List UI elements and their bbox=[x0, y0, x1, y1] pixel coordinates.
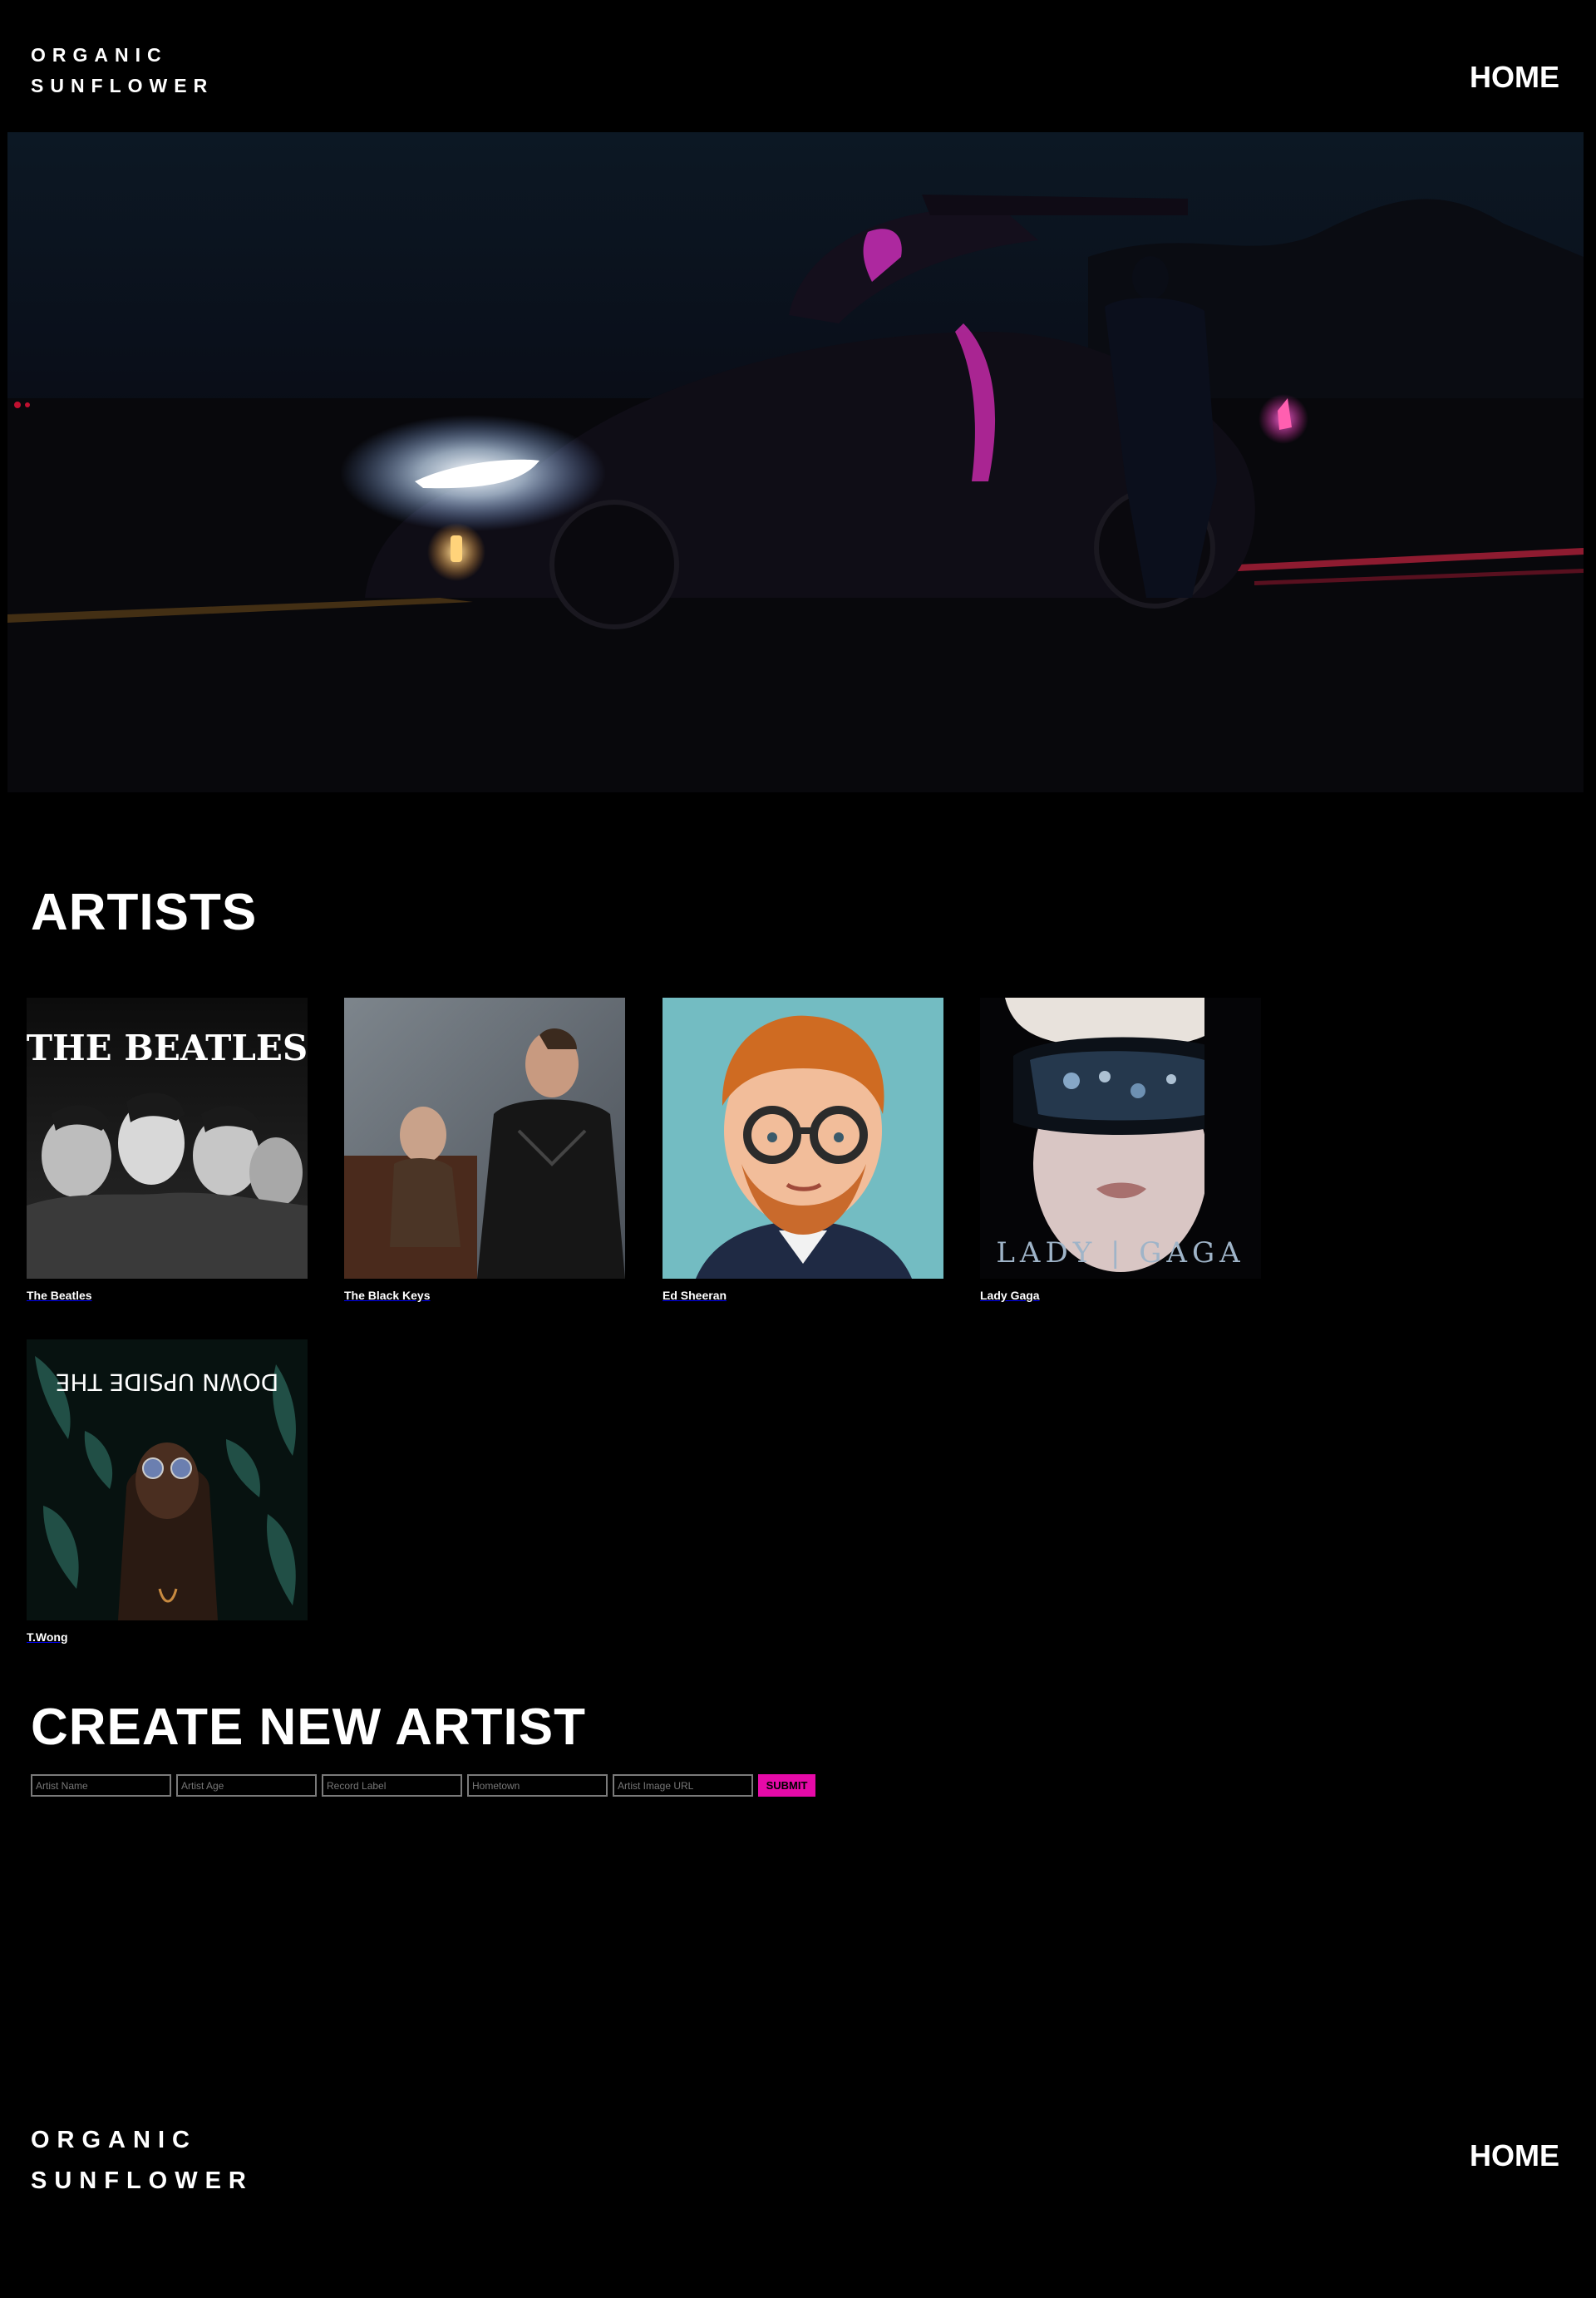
artist-image-t-wong[interactable]: DOWN UPSIDE THE bbox=[27, 1339, 308, 1620]
artist-image-the-black-keys[interactable] bbox=[344, 998, 625, 1279]
artist-image-url-input[interactable] bbox=[613, 1774, 753, 1797]
artist-image-the-beatles[interactable]: THE BEATLES bbox=[27, 998, 308, 1279]
artist-card-the-beatles[interactable]: THE BEATLES The Beatles bbox=[27, 998, 308, 1302]
page: ORGANIC SUNFLOWER HOME ARTISTS THE BEATL… bbox=[0, 0, 1596, 2298]
artist-name: The Black Keys bbox=[344, 1289, 431, 1302]
logo-line-2: SUNFLOWER bbox=[31, 75, 214, 96]
artist-name: The Beatles bbox=[27, 1289, 92, 1302]
artist-card-ed-sheeran[interactable]: Ed Sheeran bbox=[663, 998, 943, 1302]
artist-card-lady-gaga[interactable]: LADY | GAGA Lady Gaga bbox=[980, 998, 1261, 1302]
submit-button[interactable]: SUBMIT bbox=[758, 1774, 815, 1797]
black-keys-photo bbox=[344, 998, 625, 1279]
artist-image-lady-gaga[interactable]: LADY | GAGA bbox=[980, 998, 1261, 1279]
artist-name: Ed Sheeran bbox=[663, 1289, 727, 1302]
create-artist-heading: CREATE NEW ARTIST bbox=[31, 1699, 586, 1756]
create-artist-form: SUBMIT bbox=[31, 1774, 815, 1797]
t-wong-cover: DOWN UPSIDE THE bbox=[27, 1339, 308, 1620]
nav-home-link[interactable]: HOME bbox=[1470, 60, 1559, 95]
beatles-logo-text: THE BEATLES bbox=[27, 1028, 308, 1068]
site-header: ORGANIC SUNFLOWER HOME bbox=[0, 0, 1596, 133]
artists-heading: ARTISTS bbox=[31, 884, 258, 941]
ed-sheeran-photo bbox=[663, 998, 943, 1279]
t-wong-cover-text: DOWN UPSIDE THE bbox=[56, 1368, 279, 1396]
beatles-cover: THE BEATLES bbox=[27, 998, 308, 1279]
lady-gaga-cover: LADY | GAGA bbox=[980, 998, 1261, 1279]
site-logo[interactable]: ORGANIC SUNFLOWER bbox=[31, 40, 214, 101]
footer-home-link[interactable]: HOME bbox=[1470, 2138, 1559, 2173]
hero-image bbox=[7, 132, 1584, 792]
artist-age-input[interactable] bbox=[176, 1774, 317, 1797]
footer-logo-line-2: SUNFLOWER bbox=[31, 2167, 254, 2194]
artist-card-t-wong[interactable]: DOWN UPSIDE THE T.Wong bbox=[27, 1339, 308, 1644]
logo-line-1: ORGANIC bbox=[31, 44, 168, 66]
hero-night-car-scene bbox=[7, 195, 1584, 792]
artist-image-ed-sheeran[interactable] bbox=[663, 998, 943, 1279]
artist-name: Lady Gaga bbox=[980, 1289, 1040, 1302]
footer-logo[interactable]: ORGANIC SUNFLOWER bbox=[31, 2120, 254, 2202]
artist-card-the-black-keys[interactable]: The Black Keys bbox=[344, 998, 625, 1302]
lady-gaga-cover-text: LADY | GAGA bbox=[996, 1236, 1244, 1270]
footer-logo-line-1: ORGANIC bbox=[31, 2127, 197, 2153]
hometown-input[interactable] bbox=[467, 1774, 608, 1797]
record-label-input[interactable] bbox=[322, 1774, 462, 1797]
artist-name-input[interactable] bbox=[31, 1774, 171, 1797]
artist-name: T.Wong bbox=[27, 1630, 68, 1644]
site-footer: ORGANIC SUNFLOWER HOME bbox=[0, 2095, 1596, 2298]
